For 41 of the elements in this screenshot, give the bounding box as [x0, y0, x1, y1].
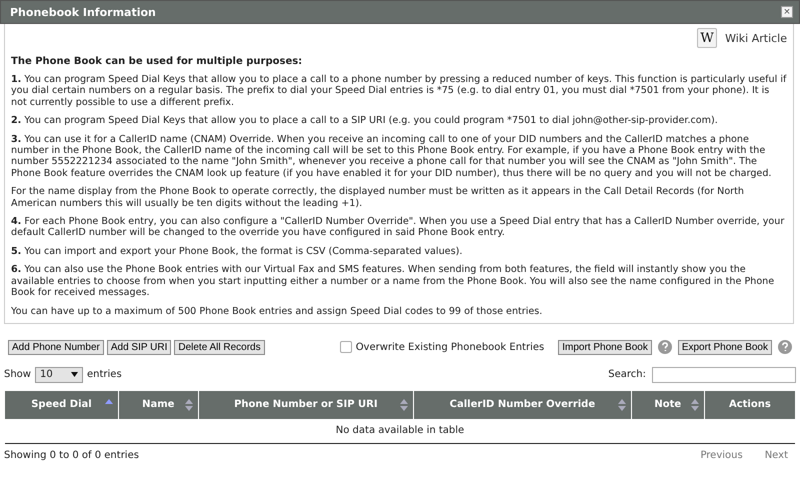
column-header[interactable]: Phone Number or SIP URI [198, 390, 414, 419]
checkbox-label: Overwrite Existing Phonebook Entries [356, 342, 544, 353]
column-header[interactable]: CallerID Number Override [414, 390, 632, 419]
show-label: Show [4, 369, 31, 380]
table-info: Showing 0 to 0 of 0 entries [4, 450, 139, 461]
paragraph: 3. You can use it for a CallerID name (CNAM) Override. When you receive an incoming call to one of your DID numbers and the CallerID matches a phone number in the Phone Book, the CallerID name of the incoming call will be set to this Phone Book entry. For example, if you have a Phone Book entry with the number 5552221234 associated to the name "John Smith", whenever you receive a phone call for that number you will see the CNAM as "John Smith". The Phone Book feature overrides the CNAM look up feature (if you have enabled it for your DID number), thus there will be no query and you will not be charged. [11, 134, 772, 180]
help-icon[interactable] [778, 340, 792, 354]
sort-icon [618, 398, 626, 411]
search-field[interactable] [652, 366, 796, 383]
export-button[interactable]: Export Phone Book [678, 340, 772, 355]
sort-icon [690, 398, 699, 411]
search-label: Search: [608, 369, 646, 380]
window-title: Phonebook Information [10, 6, 156, 18]
entries-label: entries [86, 369, 122, 380]
page-size-select[interactable]: 10 [34, 366, 83, 383]
close-button[interactable]: × [781, 6, 793, 18]
empty-message: No data available in table [5, 418, 795, 444]
paragraph: For the name display from the Phone Book to operate correctly, the displayed number must be written as it appears in the Call Detail Records (for North American numbers this will usually be ten digits without the leading +1). [11, 186, 745, 210]
dropdown-arrow-icon [70, 372, 78, 378]
intro-heading: The Phone Book can be used for multiple purposes: [11, 56, 304, 67]
column-header[interactable]: Actions [704, 390, 795, 419]
action-button[interactable]: Add SIP URI [106, 340, 172, 355]
paragraph: 6. You can also use the Phone Book entries with our Virtual Fax and SMS features. When sending from both features, the field will instantly show you the available entries to choose from when you start inputting either a number or a name from the Phone Book. You will also see the name configured in the Phone Book for received messages. [11, 264, 776, 298]
paragraph: 2. You can program Speed Dial Keys that allow you to place a call to a SIP URI (e.g. you could program *7501 to dial john@other-sip-provider.com). [11, 115, 719, 127]
sort-icon [400, 398, 408, 411]
import-button[interactable]: Import Phone Book [558, 340, 652, 355]
overwrite-checkbox[interactable] [340, 341, 352, 354]
wiki-link[interactable]: Wiki Article [725, 32, 787, 44]
help-icon[interactable] [658, 340, 672, 354]
action-button[interactable]: Add Phone Number [8, 340, 104, 355]
sort-icon [184, 398, 193, 411]
column-header[interactable]: Name [118, 390, 198, 419]
paragraph: 1. You can program Speed Dial Keys that allow you to place a call to a phone number by pressing a reduced number of keys. This function is particularly useful if you dial certain numbers on a regular basis. The prefix to dial your Speed Dial entries is *75 (e.g. to dial entry 01, you must dial *7501 from your phone). It is not currently possible to use a different prefix. [11, 74, 787, 108]
column-header[interactable]: Note [631, 390, 704, 419]
wiki-icon[interactable]: W [697, 28, 718, 48]
paragraph: 4. For each Phone Book entry, you can also configure a "CallerID Number Override". When you use a Speed Dial entry that has a CallerID Number override, your default CallerID number will be changed to the override you have configured in said Phone Book entry. [11, 216, 786, 239]
paragraph: You can have up to a maximum of 500 Phone Book entries and assign Speed Dial codes to 99 of those entries. [11, 306, 544, 317]
paragraph: 5. You can import and export your Phone Book, the format is CSV (Comma-separated values). [11, 246, 464, 258]
column-header[interactable]: Speed Dial [5, 390, 118, 419]
sort-ascending-icon [104, 398, 113, 404]
action-button[interactable]: Delete All Records [174, 340, 265, 355]
